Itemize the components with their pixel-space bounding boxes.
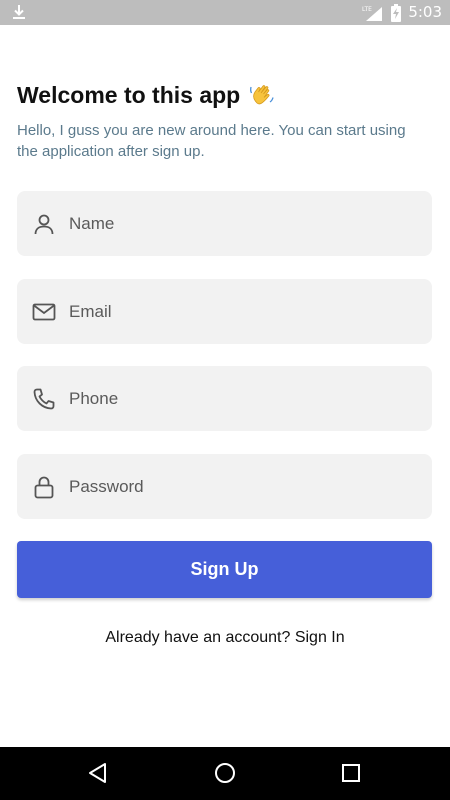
sign-in-prompt: Already have an account? bbox=[105, 629, 291, 646]
email-field[interactable] bbox=[17, 279, 432, 344]
page-title: Welcome to this app bbox=[17, 81, 276, 109]
password-input[interactable] bbox=[69, 476, 389, 497]
lock-icon bbox=[34, 476, 54, 498]
sign-up-button[interactable]: Sign Up bbox=[17, 541, 432, 598]
name-field[interactable] bbox=[17, 191, 432, 256]
phone-icon bbox=[33, 388, 55, 409]
signal-icon: LTE bbox=[362, 6, 383, 21]
home-icon[interactable] bbox=[212, 760, 238, 786]
page-subtitle: Hello, I guss you are new around here. Y… bbox=[17, 122, 406, 160]
phone-field[interactable] bbox=[17, 366, 432, 431]
download-icon bbox=[13, 5, 25, 19]
recents-icon[interactable] bbox=[338, 760, 364, 786]
phone-input[interactable] bbox=[69, 388, 389, 409]
waving-hand-icon bbox=[250, 85, 274, 105]
network-type-label: LTE bbox=[362, 6, 372, 13]
sign-in-row: Already have an account? Sign In bbox=[0, 629, 450, 647]
battery-charging-icon bbox=[391, 3, 402, 22]
email-input[interactable] bbox=[69, 301, 389, 322]
back-icon[interactable] bbox=[85, 760, 111, 786]
password-field[interactable] bbox=[17, 454, 432, 519]
navigation-bar bbox=[0, 747, 450, 800]
status-bar: LTE 5:03 bbox=[0, 0, 450, 25]
name-input[interactable] bbox=[69, 213, 389, 234]
clock: 5:03 bbox=[408, 3, 442, 21]
mail-icon bbox=[32, 303, 56, 320]
status-icons: LTE 5:03 bbox=[362, 0, 442, 25]
title-text: Welcome to this app bbox=[17, 81, 241, 108]
sign-in-link[interactable]: Sign In bbox=[295, 629, 345, 646]
person-icon bbox=[34, 214, 54, 234]
